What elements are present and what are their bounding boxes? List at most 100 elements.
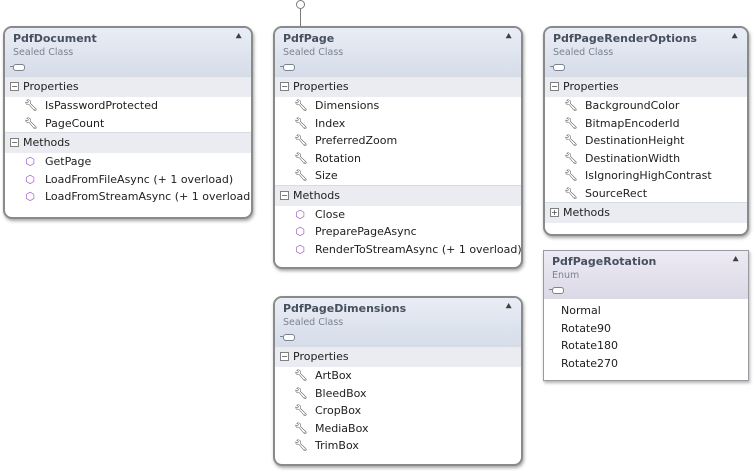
wrench-icon: 🔧︎ (24, 116, 38, 130)
property-item[interactable]: 🔧︎ Index (275, 115, 521, 133)
method-item[interactable]: ⬡ LoadFromStreamAsync (+ 1 overload) (5, 188, 251, 206)
shape-title: PdfPageRenderOptions (553, 32, 697, 45)
pdf-document-shape[interactable]: PdfDocument Sealed Class ⯅ − Properties … (3, 26, 253, 219)
enum-value-item[interactable]: Rotate270 (544, 355, 748, 373)
pdf-page-render-options-shape[interactable]: PdfPageRenderOptions Sealed Class ⯅ − Pr… (543, 26, 749, 236)
shape-header[interactable]: PdfPageRotation Enum ⯅ (544, 251, 748, 299)
property-item[interactable]: 🔧︎ Dimensions (275, 97, 521, 115)
collapse-toggle-icon[interactable]: − (280, 82, 289, 91)
collapse-icon[interactable]: ⯅ (504, 30, 513, 44)
enum-value-item[interactable]: Rotate180 (544, 337, 748, 355)
member-label: IsIgnoringHighContrast (585, 169, 712, 182)
member-label: BackgroundColor (585, 99, 680, 112)
expand-toggle-icon[interactable]: + (550, 208, 559, 217)
wrench-icon: 🔧︎ (294, 369, 308, 382)
wrench-icon: 🔧︎ (294, 421, 308, 435)
property-item[interactable]: 🔧︎ CropBox (275, 402, 521, 420)
wrench-icon: 🔧︎ (564, 186, 578, 200)
property-item[interactable]: 🔧︎ BackgroundColor (545, 97, 747, 115)
properties-list: 🔧︎ BackgroundColor 🔧︎ BitmapEncoderId 🔧︎ De… (545, 97, 747, 202)
member-label: RenderToStreamAsync (+ 1 overload) (315, 242, 522, 256)
wrench-icon: 🔧︎ (564, 169, 578, 182)
wrench-icon: 🔧︎ (24, 99, 38, 112)
property-item[interactable]: 🔧︎ ArtBox (275, 367, 521, 385)
properties-list: 🔧︎ ArtBox 🔧︎ BleedBox 🔧︎ CropBox 🔧︎ MediaBox… (275, 367, 521, 455)
section-properties[interactable]: − Properties (275, 76, 521, 97)
property-item[interactable]: 🔧︎ MediaBox (275, 420, 521, 438)
collapse-icon[interactable]: ⯅ (504, 300, 513, 314)
section-methods[interactable]: − Methods (5, 132, 251, 153)
shape-header[interactable]: PdfPageRenderOptions Sealed Class ⯅ (545, 28, 747, 76)
wrench-icon: 🔧︎ (564, 151, 578, 165)
shape-kind: Enum (552, 270, 580, 281)
property-item[interactable]: 🔧︎ BitmapEncoderId (545, 115, 747, 133)
collapse-icon[interactable]: ⯅ (234, 30, 243, 44)
member-label: DestinationWidth (585, 151, 681, 165)
property-item[interactable]: 🔧︎ SourceRect (545, 185, 747, 203)
class-icon (550, 64, 565, 71)
collapse-toggle-icon[interactable]: − (10, 82, 19, 91)
member-label: Dimensions (315, 99, 380, 112)
pdf-page-rotation-shape[interactable]: PdfPageRotation Enum ⯅ Normal Rotate90 R… (543, 250, 749, 381)
property-item[interactable]: 🔧︎ Rotation (275, 150, 521, 168)
method-item[interactable]: ⬡ GetPage (5, 153, 251, 171)
collapse-icon[interactable]: ⯅ (730, 30, 739, 44)
cube-icon: ⬡ (295, 207, 305, 221)
cube-icon: ⬡ (25, 155, 35, 168)
shape-header[interactable]: PdfPage Sealed Class ⯅ (275, 28, 521, 76)
member-label: IsPasswordProtected (45, 99, 158, 112)
shape-header[interactable]: PdfDocument Sealed Class ⯅ (5, 28, 251, 76)
section-properties[interactable]: − Properties (545, 76, 747, 97)
shape-kind: Sealed Class (283, 317, 344, 328)
shape-header[interactable]: PdfPageDimensions Sealed Class ⯅ (275, 298, 521, 346)
property-item[interactable]: 🔧︎ PreferredZoom (275, 132, 521, 150)
methods-list: ⬡ Close ⬡ PreparePageAsync ⬡ RenderToStream… (275, 206, 521, 259)
section-properties[interactable]: − Properties (275, 346, 521, 367)
section-label: Properties (563, 80, 619, 93)
collapse-toggle-icon[interactable]: − (280, 352, 289, 361)
wrench-icon: 🔧︎ (564, 116, 578, 130)
pdf-page-shape[interactable]: PdfPage Sealed Class ⯅ − Properties 🔧︎ Di… (273, 26, 523, 269)
method-item[interactable]: ⬡ RenderToStreamAsync (+ 1 overload) (275, 241, 521, 259)
property-item[interactable]: 🔧︎ Size (275, 167, 521, 185)
wrench-icon: 🔧︎ (294, 439, 308, 452)
member-label: SourceRect (585, 186, 648, 200)
enum-value-item[interactable]: Rotate90 (544, 320, 748, 338)
section-label: Methods (293, 188, 340, 202)
property-item[interactable]: 🔧︎ IsIgnoringHighContrast (545, 167, 747, 185)
section-methods[interactable]: + Methods (545, 202, 747, 223)
property-item[interactable]: 🔧︎ BleedBox (275, 385, 521, 403)
wrench-icon: 🔧︎ (564, 134, 578, 147)
methods-list: ⬡ GetPage ⬡ LoadFromFileAsync (+ 1 overloa… (5, 153, 251, 206)
property-item[interactable]: 🔧︎ TrimBox (275, 437, 521, 455)
member-label: PreferredZoom (315, 134, 398, 147)
class-icon (280, 334, 295, 341)
section-methods[interactable]: − Methods (275, 184, 521, 206)
interface-lollipop-icon (296, 0, 305, 9)
section-label: Methods (563, 206, 610, 219)
shape-title: PdfDocument (13, 32, 97, 45)
section-label: Properties (293, 350, 349, 363)
method-item[interactable]: ⬡ PreparePageAsync (275, 223, 521, 241)
property-item[interactable]: 🔧︎ IsPasswordProtected (5, 97, 251, 115)
property-item[interactable]: 🔧︎ PageCount (5, 115, 251, 133)
section-properties[interactable]: − Properties (5, 76, 251, 97)
property-item[interactable]: 🔧︎ DestinationHeight (545, 132, 747, 150)
collapse-toggle-icon[interactable]: − (10, 138, 19, 147)
enum-value-item[interactable]: Normal (544, 302, 748, 320)
section-label: Properties (293, 80, 349, 93)
wrench-icon: 🔧︎ (564, 99, 578, 112)
collapse-toggle-icon[interactable]: − (550, 82, 559, 91)
member-label: LoadFromFileAsync (+ 1 overload) (45, 172, 234, 186)
property-item[interactable]: 🔧︎ DestinationWidth (545, 150, 747, 168)
method-item[interactable]: ⬡ LoadFromFileAsync (+ 1 overload) (5, 171, 251, 189)
collapse-toggle-icon[interactable]: − (280, 190, 289, 200)
method-item[interactable]: ⬡ Close (275, 206, 521, 224)
properties-list: 🔧︎ Dimensions 🔧︎ Index 🔧︎ PreferredZoom 🔧︎ R… (275, 97, 521, 185)
enum-icon (549, 287, 564, 294)
member-label: Close (315, 207, 345, 221)
member-label: GetPage (45, 155, 92, 168)
pdf-page-dimensions-shape[interactable]: PdfPageDimensions Sealed Class ⯅ − Prope… (273, 296, 523, 466)
member-label: BitmapEncoderId (585, 116, 680, 130)
collapse-icon[interactable]: ⯅ (731, 253, 740, 267)
